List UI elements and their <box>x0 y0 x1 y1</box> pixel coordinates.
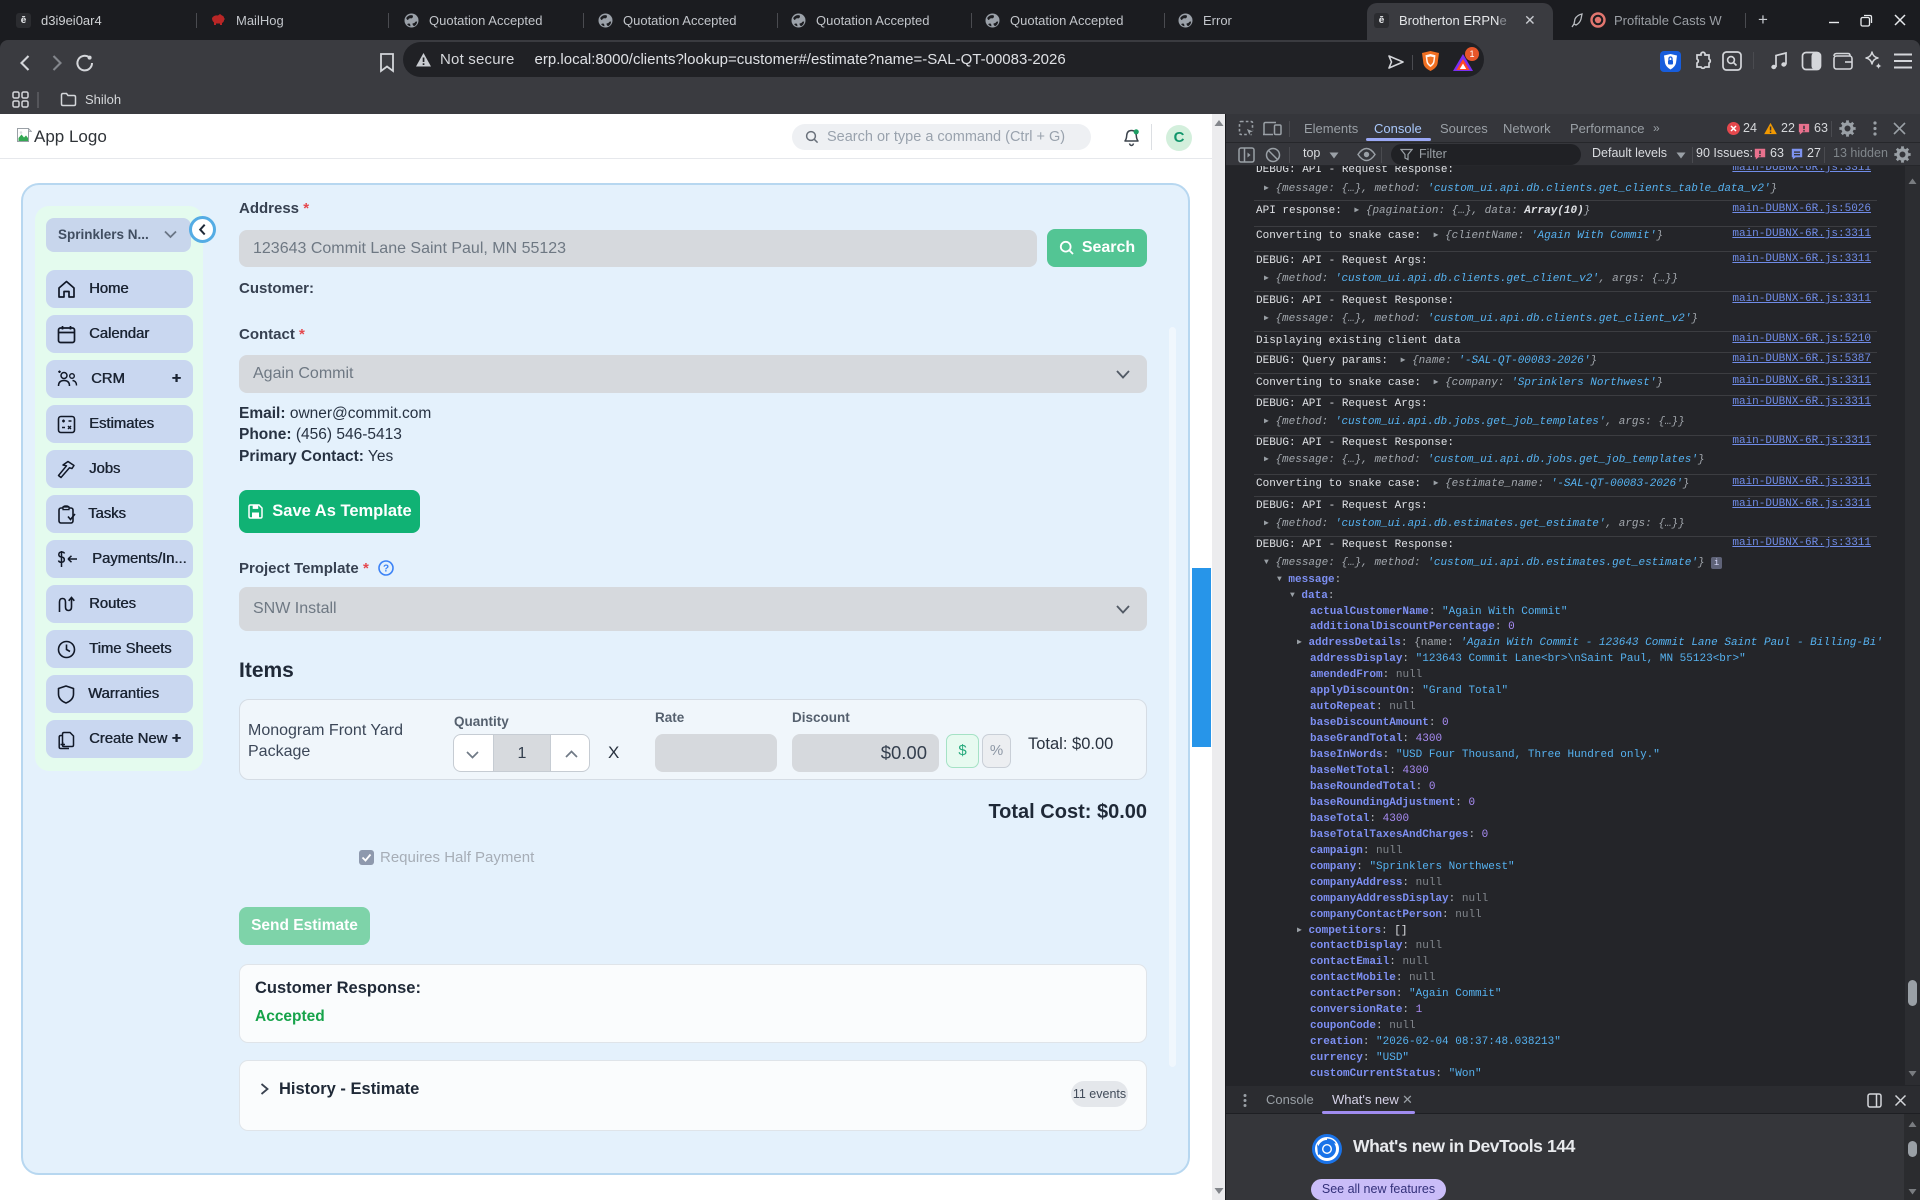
svg-text:?: ? <box>383 564 389 575</box>
